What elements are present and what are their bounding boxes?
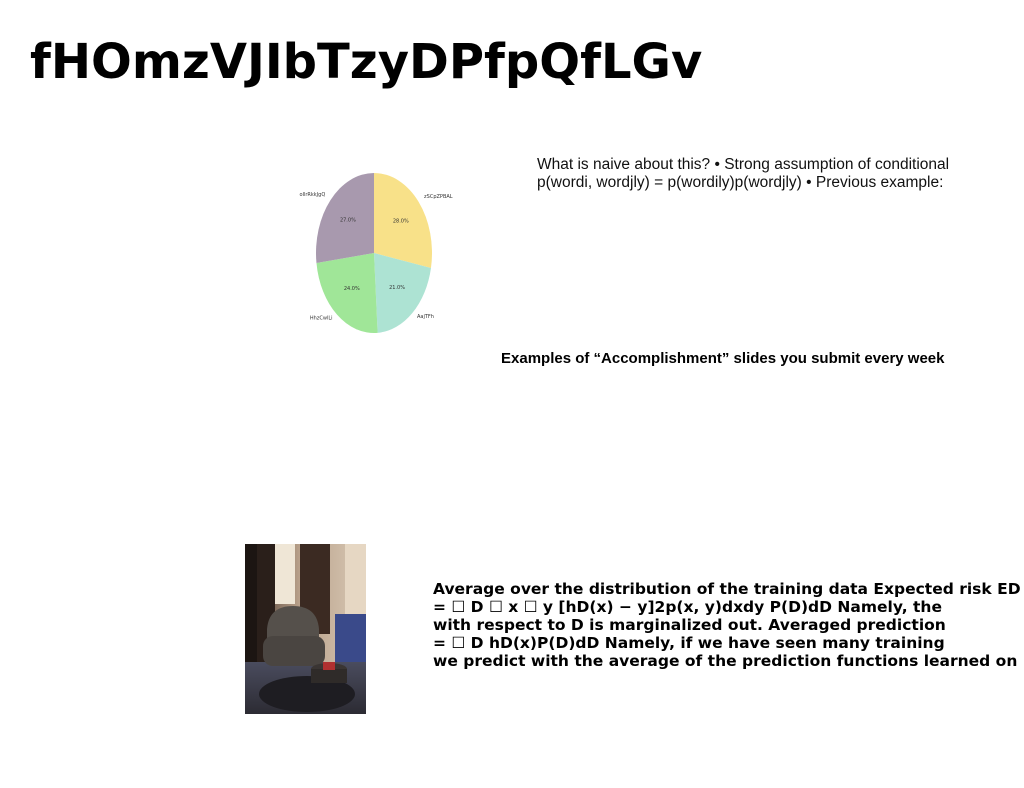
naive-bayes-text: What is naive about this? • Strong assum… xyxy=(537,156,950,191)
pie-percent-label: 28.0% xyxy=(393,218,409,224)
risk-line: = ☐ D hD(x)P(D)dD Namely, if we have see… xyxy=(433,634,945,652)
risk-line: with respect to D is marginalized out. A… xyxy=(433,616,946,634)
pie-category-label: AajTFh xyxy=(417,314,434,320)
pie-percent-label: 27.0% xyxy=(340,217,356,223)
pie-slices xyxy=(316,173,432,333)
risk-line: we predict with the average of the predi… xyxy=(433,652,1018,670)
pie-category-label: zSCpZPBAL xyxy=(424,194,453,200)
pie-category-label: HhzCwlLi xyxy=(310,316,333,322)
risk-line: Average over the distribution of the tra… xyxy=(433,580,1021,598)
lounge-chair-photo xyxy=(245,544,366,714)
expected-risk-text: Average over the distribution of the tra… xyxy=(433,580,1024,670)
pie-percent-label: 21.0% xyxy=(389,285,405,291)
pie-category-label: oIlrRkkJgQ xyxy=(299,192,325,198)
accomplishment-heading: Examples of “Accomplishment” slides you … xyxy=(501,350,945,367)
pie-chart: 28.0% zSCpZPBAL 21.0% AajTFh 24.0% HhzCwlLi 27… xyxy=(299,173,453,333)
risk-line: = ☐ D ☐ x ☐ y [hD(x) − y]2p(x, y)dxdy P(… xyxy=(433,598,942,616)
pie-percent-label: 24.0% xyxy=(344,286,360,292)
slide-title: fHOmzVJIbTzyDPfpQfLGv xyxy=(30,34,703,90)
